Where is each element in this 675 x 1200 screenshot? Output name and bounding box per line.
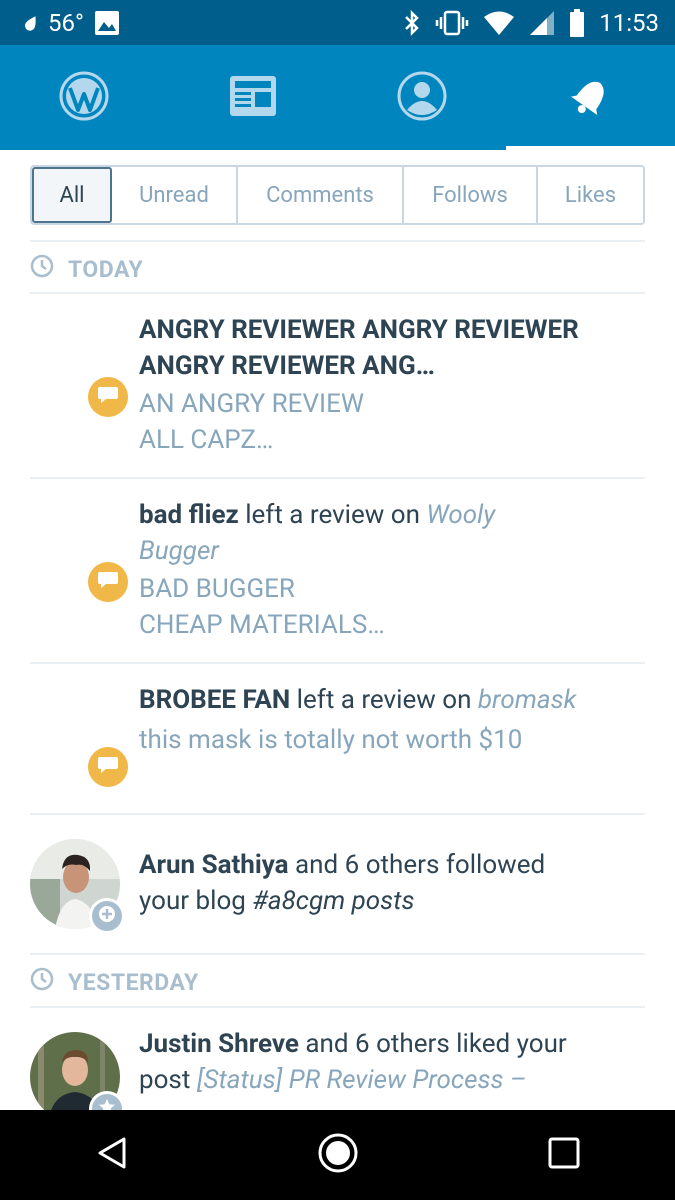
star-icon — [97, 1097, 117, 1110]
comment-icon — [97, 755, 119, 779]
post-link[interactable]: [Status] PR Review Process – — [197, 1065, 527, 1095]
notification-body: Arun Sathiya and 6 others followed your … — [139, 847, 649, 919]
home-icon[interactable] — [317, 1132, 359, 1178]
reader-icon — [229, 75, 277, 121]
back-icon[interactable] — [94, 1135, 130, 1175]
clock: 11:53 — [599, 8, 659, 37]
section-header-yesterday: YESTERDAY — [30, 967, 199, 997]
comment-icon — [97, 570, 119, 594]
tab-reader[interactable] — [169, 45, 338, 150]
profile-icon — [396, 70, 448, 126]
comment-badge — [88, 562, 128, 602]
plus-circle-icon — [97, 904, 117, 928]
tab-notifications[interactable] — [506, 45, 675, 150]
divider — [30, 813, 645, 815]
divider — [30, 953, 645, 955]
divider — [30, 662, 645, 664]
system-navigation-bar — [0, 1110, 675, 1200]
notification-body: BROBEE FAN left a review on bromask this… — [139, 682, 649, 758]
post-link[interactable]: Bugger — [139, 533, 649, 569]
filter-likes[interactable]: Likes — [538, 167, 643, 223]
divider — [30, 1006, 645, 1008]
notification-body: ANGRY REVIEWER ANGRY REVIEWER ANGRY REVI… — [139, 312, 649, 458]
notification-subject: bad fliez left a review on Wooly — [139, 500, 496, 530]
bluetooth-icon — [403, 9, 421, 37]
notification-subject: Arun Sathiya and 6 others followed — [139, 850, 546, 880]
comment-badge — [88, 747, 128, 787]
status-bar: 56° 11:53 — [0, 0, 675, 45]
notification-body: bad fliez left a review on Wooly Bugger … — [139, 497, 649, 643]
post-link[interactable]: bromask — [478, 685, 576, 715]
comment-badge — [88, 377, 128, 417]
filter-all[interactable]: All — [32, 167, 112, 223]
filter-comments[interactable]: Comments — [238, 167, 404, 223]
wordpress-icon — [58, 70, 110, 126]
divider — [30, 292, 645, 294]
notification-title: ANGRY REVIEWER ANGRY REVIEWER ANGRY REVI… — [139, 315, 579, 381]
recents-icon[interactable] — [547, 1136, 581, 1174]
drop-icon — [24, 14, 38, 32]
tab-my-sites[interactable] — [0, 45, 169, 150]
notification-subject: Justin Shreve and 6 others liked your — [139, 1029, 567, 1059]
divider — [30, 477, 645, 479]
battery-icon — [569, 8, 585, 37]
notification-body: Justin Shreve and 6 others liked your po… — [139, 1026, 649, 1098]
notification-excerpt: BAD BUGGER CHEAP MATERIALS… — [139, 574, 385, 640]
top-nav — [0, 45, 675, 150]
filter-follows[interactable]: Follows — [404, 167, 538, 223]
post-link[interactable]: Wooly — [426, 500, 495, 530]
tab-me[interactable] — [338, 45, 507, 150]
wifi-icon — [483, 10, 515, 36]
follow-badge — [89, 898, 125, 934]
image-icon — [94, 10, 120, 36]
blog-link[interactable]: #a8cgm posts — [252, 886, 414, 916]
temperature: 56° — [48, 8, 84, 37]
notification-excerpt: AN ANGRY REVIEW ALL CAPZ… — [139, 389, 364, 455]
comment-icon — [97, 385, 119, 409]
clock-icon — [30, 967, 54, 997]
clock-icon — [30, 254, 54, 284]
notifications-list: All Unread Comments Follows Likes TODAY … — [0, 150, 675, 1110]
notification-excerpt: this mask is totally not worth $10 — [139, 725, 523, 755]
signal-icon — [529, 10, 555, 36]
notification-subject: BROBEE FAN left a review on bromask — [139, 685, 577, 715]
section-header-today: TODAY — [30, 254, 143, 284]
vibrate-icon — [435, 10, 469, 36]
filter-unread[interactable]: Unread — [112, 167, 238, 223]
filter-segmented-control: All Unread Comments Follows Likes — [30, 165, 645, 225]
divider — [30, 240, 645, 242]
notifications-bell-icon — [565, 70, 617, 126]
